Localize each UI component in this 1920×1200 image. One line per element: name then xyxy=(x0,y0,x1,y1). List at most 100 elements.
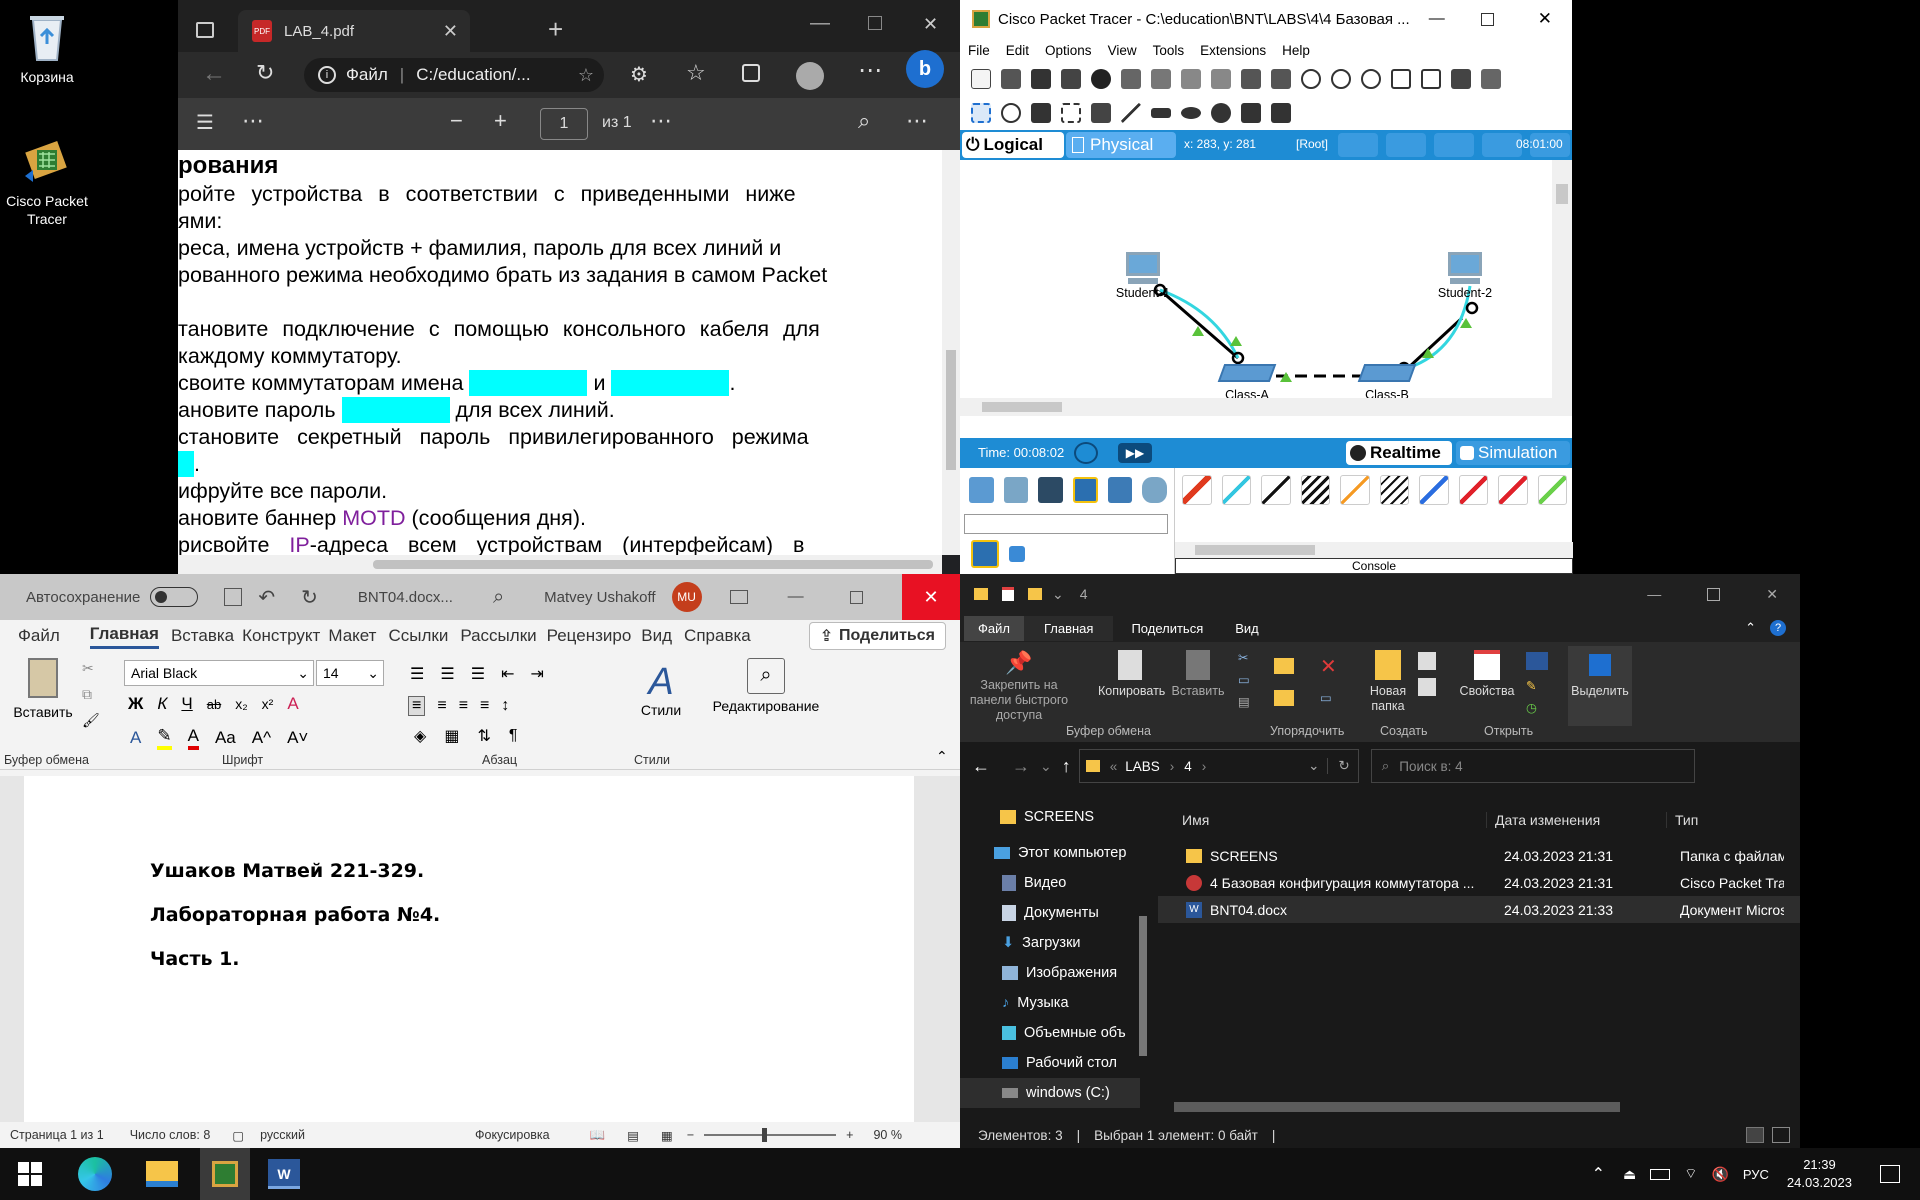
desktop-icon-recycle-bin[interactable]: Корзина xyxy=(2,8,92,86)
word-taskbar-icon[interactable]: W xyxy=(268,1159,300,1189)
close-icon[interactable]: ✕ xyxy=(1766,586,1778,603)
ribbon-tab-file[interactable]: Файл xyxy=(964,615,1024,641)
read-mode-icon[interactable]: 📖 xyxy=(590,1128,606,1143)
maximize-icon[interactable] xyxy=(1707,587,1721,601)
new-folder-button[interactable]: Новая папка xyxy=(1358,650,1418,714)
copy-icon[interactable] xyxy=(1181,69,1201,89)
pdf-settings-icon[interactable]: ⋯ xyxy=(906,108,928,134)
nav-item-music[interactable]: ♪ Музыка xyxy=(960,988,1140,1018)
address-field[interactable]: i Файл | C:/education/... ☆ xyxy=(304,58,604,92)
tab-design[interactable]: Конструкт xyxy=(242,626,320,646)
file-list-scrollbar[interactable] xyxy=(1158,1098,1800,1114)
fast-forward-icon[interactable]: ▶▶ xyxy=(1118,443,1152,463)
nav-item-3d-objects[interactable]: Объемные объ xyxy=(960,1018,1140,1048)
delete-icon[interactable]: ✕ xyxy=(1320,654,1337,679)
multiuser-icon[interactable] xyxy=(1142,477,1167,503)
usb-icon[interactable]: ⏏ xyxy=(1623,1166,1636,1183)
palette-icon[interactable] xyxy=(1391,69,1411,89)
help-icon[interactable]: ? xyxy=(1770,620,1786,636)
ribbon-tab-share[interactable]: Поделиться xyxy=(1113,616,1221,641)
select-icon[interactable] xyxy=(971,103,991,123)
draw-ellipse-icon[interactable] xyxy=(1181,107,1201,119)
zoom-in-icon[interactable]: + xyxy=(494,108,507,134)
ribbon-tab-home[interactable]: Главная xyxy=(1023,615,1114,641)
menu-extensions[interactable]: Extensions xyxy=(1200,43,1266,58)
serial-dte-icon[interactable] xyxy=(1498,475,1528,505)
save-icon[interactable] xyxy=(224,588,243,606)
packet-tracer-taskbar-icon[interactable] xyxy=(200,1148,250,1200)
column-type[interactable]: Тип xyxy=(1666,812,1800,828)
bing-icon[interactable]: b xyxy=(906,50,944,88)
coax-cable-icon[interactable] xyxy=(1419,475,1449,505)
open-icon[interactable] xyxy=(1001,69,1021,89)
new-icon[interactable] xyxy=(971,69,991,89)
more-icon[interactable]: ⋯ xyxy=(858,56,882,85)
console-cable-icon[interactable] xyxy=(1221,475,1251,505)
serial-dce-icon[interactable] xyxy=(1458,475,1488,505)
decrease-indent-icon[interactable]: ⇤ xyxy=(501,664,514,684)
nav-item-screens[interactable]: SCREENS xyxy=(960,802,1140,832)
align-center-icon[interactable]: ≡ xyxy=(437,697,446,715)
fiber-cable-icon[interactable] xyxy=(1340,475,1370,505)
underline-icon[interactable]: Ч xyxy=(181,694,192,714)
root-label[interactable]: [Root] xyxy=(1296,137,1328,151)
nav-item-downloads[interactable]: ⬇ Загрузки xyxy=(960,928,1140,958)
network-icon[interactable]: ⌔ xyxy=(1684,1165,1697,1183)
nav-item-video[interactable]: Видео xyxy=(960,868,1140,898)
cut-icon[interactable]: ✂ xyxy=(1238,650,1248,665)
nav-item-drive-c[interactable]: windows (C:) xyxy=(960,1078,1140,1108)
draw-rect-icon[interactable] xyxy=(1151,108,1171,118)
tab-close-icon[interactable]: ✕ xyxy=(443,21,458,42)
pdf-vertical-scrollbar[interactable] xyxy=(942,150,960,555)
word-count[interactable]: Число слов: 8 xyxy=(130,1128,211,1142)
canvas-scroll-horizontal[interactable] xyxy=(960,398,1552,416)
device-student-1[interactable]: Student-1 xyxy=(1108,252,1178,300)
font-size-select[interactable]: 14 ⌄ xyxy=(316,660,384,686)
save-icon[interactable] xyxy=(1031,69,1051,89)
collections-icon[interactable] xyxy=(742,64,760,82)
grid-icon[interactable] xyxy=(1009,546,1025,562)
paste-shortcut-icon[interactable]: ▤ xyxy=(1238,694,1250,709)
undo-icon[interactable]: ↶ xyxy=(258,585,275,610)
numbering-icon[interactable]: ☰ xyxy=(440,664,454,684)
superscript-icon[interactable]: x² xyxy=(262,696,274,712)
copy-to-icon[interactable] xyxy=(1274,690,1294,706)
inspect-icon[interactable] xyxy=(1001,103,1021,123)
details-view-icon[interactable] xyxy=(1746,1127,1764,1143)
tab-mailings[interactable]: Рассылки xyxy=(460,626,536,646)
print-layout-icon[interactable]: ▤ xyxy=(627,1128,639,1143)
paste-button[interactable]: Вставить xyxy=(1170,650,1226,698)
input-language[interactable]: РУС xyxy=(1743,1167,1769,1182)
add-favorite-icon[interactable]: ☆ xyxy=(578,65,594,86)
speaker-icon[interactable]: 🔇 xyxy=(1711,1166,1728,1183)
device-student-2[interactable]: Student-2 xyxy=(1430,252,1500,300)
align-left-icon[interactable]: ≡ xyxy=(408,696,426,716)
forward-icon[interactable]: → xyxy=(1012,756,1030,777)
justify-icon[interactable]: ≡ xyxy=(480,697,489,715)
search-box[interactable]: ⌕ Поиск в: 4 xyxy=(1370,749,1695,783)
tab-home[interactable]: Главная xyxy=(89,624,159,649)
custom-device-icon[interactable] xyxy=(1421,69,1441,89)
minimize-icon[interactable]: — xyxy=(1429,10,1445,28)
zoom-in-icon[interactable]: + xyxy=(846,1128,853,1142)
refresh-icon[interactable]: ↻ xyxy=(1327,758,1350,774)
tiles-view-icon[interactable] xyxy=(1772,1127,1790,1143)
close-icon[interactable]: ✕ xyxy=(923,14,938,35)
end-devices-icon[interactable] xyxy=(1003,477,1029,503)
windows-start-icon[interactable] xyxy=(18,1162,42,1186)
zoom-in-icon[interactable] xyxy=(1301,69,1321,89)
zoom-reset-icon[interactable] xyxy=(1331,69,1351,89)
zoom-out-icon[interactable]: − xyxy=(450,108,463,134)
notifications-icon[interactable] xyxy=(1880,1165,1900,1183)
refresh-icon[interactable]: ↻ xyxy=(256,60,274,86)
bold-icon[interactable]: Ж xyxy=(128,694,143,714)
breadcrumb[interactable]: « LABS › 4 › ⌄ ↻ xyxy=(1078,749,1359,783)
minimize-icon[interactable]: — xyxy=(1647,586,1661,602)
page-count[interactable]: Страница 1 из 1 xyxy=(10,1128,104,1142)
back-icon[interactable]: ← xyxy=(202,60,226,88)
breadcrumb-labs[interactable]: LABS xyxy=(1125,759,1160,774)
activity-icon[interactable] xyxy=(1151,69,1171,89)
new-item-icon[interactable] xyxy=(1418,652,1436,670)
open-with-icon[interactable] xyxy=(1526,652,1548,670)
realtime-button[interactable]: Realtime xyxy=(1346,441,1452,465)
